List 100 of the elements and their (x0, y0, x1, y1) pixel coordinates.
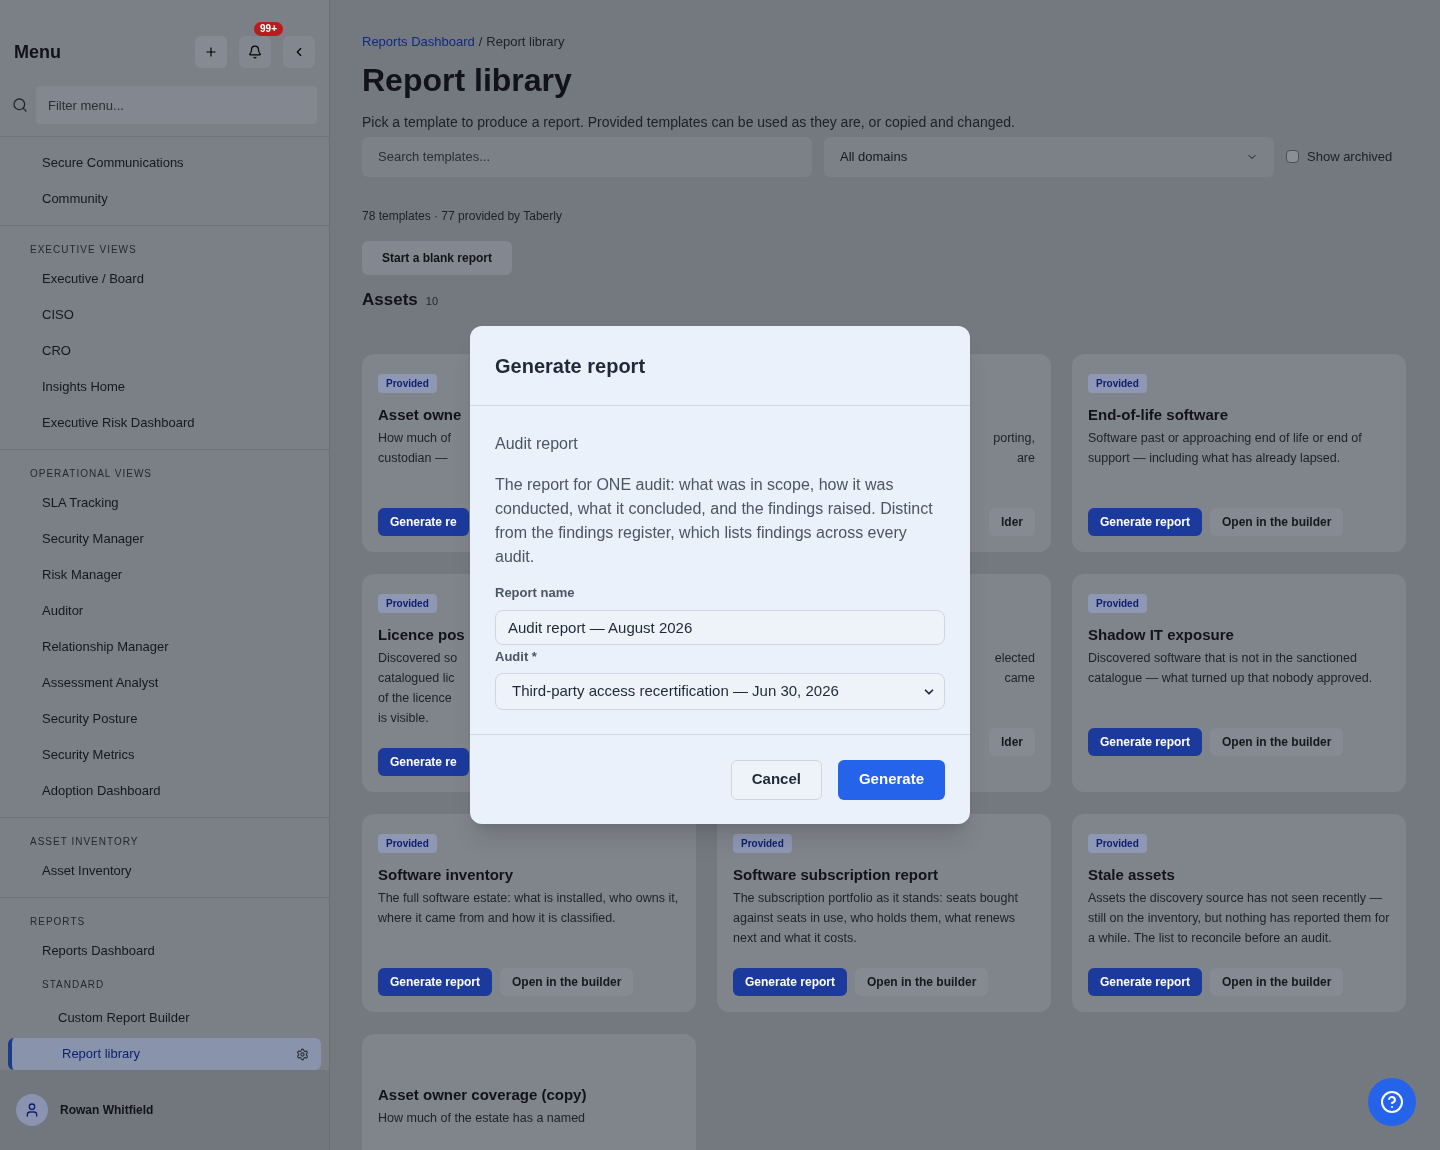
provided-badge: Provided (378, 594, 437, 613)
generate-report-button[interactable]: Generate report (733, 968, 848, 996)
search-field[interactable]: Search templates... (362, 136, 812, 177)
avatar-icon[interactable] (16, 1094, 48, 1126)
notifications-button[interactable] (239, 36, 271, 68)
provided-badge: Provided (1088, 594, 1147, 613)
card-description: The full software estate: what is installed, who owns it, where it came from and how it is classified. (378, 890, 680, 927)
card-title: Stale assets (1088, 865, 1175, 885)
provided-badge: Provided (1088, 374, 1147, 393)
card-description: catalogued lic (378, 670, 455, 687)
generate-button[interactable]: Generate (837, 759, 945, 800)
card-title: Licence pos (378, 625, 465, 645)
sidebar-item[interactable]: Security Manager (8, 523, 321, 555)
card-description: came (1004, 670, 1035, 687)
card-title: Shadow IT exposure (1088, 625, 1234, 645)
dialog-description: The report for ONE audit: what was in scope, how it was conducted, what it concluded, and the findings raised. Distinct from the findings register, which lists findings across every audit. (495, 475, 934, 567)
open-builder-button[interactable]: Open in the builder (1210, 968, 1344, 996)
audit-select[interactable]: Third-party access recertification — Jun 30, 2026 (495, 673, 945, 710)
card-description: custodian — (378, 450, 448, 467)
template-count: 78 templates · 77 provided by Taberly (362, 207, 563, 225)
sidebar-item[interactable]: Executive / Board (8, 263, 321, 295)
open-builder-button[interactable]: Open in the builder (1210, 728, 1344, 756)
open-builder-button[interactable]: Open in the builder (1210, 508, 1344, 536)
provided-badge: Provided (378, 834, 437, 853)
sidebar-item[interactable]: CISO (8, 299, 321, 331)
menu-title: Menu (14, 40, 61, 64)
section-heading: REPORTS (29, 915, 87, 929)
card-title: Asset owne (378, 405, 462, 425)
generate-report-button[interactable]: Generate report (1088, 508, 1203, 536)
sidebar-item[interactable]: Asset Inventory (8, 855, 321, 887)
generate-report-button[interactable]: Generate re (378, 748, 469, 776)
sidebar-item[interactable]: Relationship Manager (8, 631, 321, 663)
card-description: Assets the discovery source has not seen recently — still on the inventory, but nothing has reported them for a while. The list to reconcile before an audit. (1088, 890, 1390, 947)
sidebar-item[interactable]: Assessment Analyst (8, 667, 321, 699)
sidebar-item[interactable]: SLA Tracking (8, 487, 321, 519)
user-name: Rowan Whitfield (60, 1102, 154, 1119)
open-builder-button[interactable]: lder (989, 508, 1035, 536)
sidebar-item[interactable]: Insights Home (8, 371, 321, 403)
blank-report-button[interactable]: Start a blank report (362, 240, 513, 275)
breadcrumb-link[interactable]: Reports Dashboard (362, 32, 475, 52)
card-title: End-of-life software (1088, 405, 1228, 425)
page-title: Report library (362, 60, 573, 100)
sidebar-item[interactable]: Security Metrics (8, 739, 321, 771)
open-builder-button[interactable]: Open in the builder (855, 968, 989, 996)
help-icon (1380, 1090, 1404, 1114)
section-heading: EXECUTIVE VIEWS (29, 243, 138, 257)
help-button[interactable] (1368, 1078, 1416, 1126)
card-title: Software inventory (378, 865, 514, 885)
card-description: Discovered so (378, 650, 458, 667)
cancel-button[interactable]: Cancel (730, 759, 822, 800)
card-description: How much of the estate has a named (378, 1110, 586, 1127)
generate-report-button[interactable]: Generate report (1088, 728, 1203, 756)
sidebar-item[interactable]: Security Posture (8, 703, 321, 735)
filter-field[interactable]: Filter menu... (36, 86, 317, 124)
generate-report-button[interactable]: Generate re (378, 508, 469, 536)
provided-badge: Provided (1088, 834, 1147, 853)
section-heading: OPERATIONAL VIEWS (29, 467, 154, 481)
card-description: of the licence (378, 690, 452, 707)
sidebar-item[interactable]: Community (8, 183, 321, 215)
bell-icon (248, 45, 262, 59)
dialog-subtitle: Audit report (495, 434, 579, 454)
checkbox[interactable] (1286, 150, 1299, 163)
card-description: The subscription portfolio as it stands: seats bought against seats in use, who holds them, what renews next and what it costs. (733, 890, 1019, 947)
add-button[interactable] (195, 36, 227, 68)
sidebar-item[interactable]: CRO (8, 335, 321, 367)
domain-select[interactable]: All domains (824, 136, 1274, 177)
section-heading: ASSET INVENTORY (29, 835, 140, 849)
checkbox-label: Show archived (1307, 147, 1393, 166)
card-description: elected (994, 650, 1035, 667)
card-description: are (1016, 450, 1035, 467)
section-title: Assets (362, 288, 418, 311)
sidebar-item[interactable]: Adoption Dashboard (8, 775, 321, 807)
provided-badge: Provided (378, 374, 437, 393)
card-title: Asset owner coverage (copy) (378, 1085, 587, 1105)
sidebar-item[interactable]: Executive Risk Dashboard (8, 407, 321, 439)
report-name-field[interactable]: Audit report — August 2026 (495, 609, 945, 645)
open-builder-button[interactable]: lder (989, 728, 1035, 756)
sidebar-item[interactable]: Reports Dashboard (8, 935, 321, 967)
notification-badge: 99+ (254, 22, 283, 36)
generate-report-button[interactable]: Generate report (378, 968, 493, 996)
breadcrumb-separator: / (478, 33, 483, 51)
breadcrumb-current: Report library (486, 33, 565, 51)
section-count: 10 (425, 293, 438, 309)
sidebar-item[interactable]: Secure Communications (8, 147, 321, 179)
sidebar-item[interactable]: Auditor (8, 595, 321, 627)
generate-report-button[interactable]: Generate report (1088, 968, 1203, 996)
page-description: Pick a template to produce a report. Provided templates can be used as they are, or copied and changed. (362, 112, 1016, 132)
sidebar-item[interactable]: Risk Manager (8, 559, 321, 591)
field-label: Audit * (495, 647, 538, 666)
card-description: How much of (378, 430, 451, 447)
card-title: Software subscription report (733, 865, 939, 885)
sidebar-item[interactable]: Report library (8, 1038, 321, 1070)
search-icon (12, 97, 28, 113)
plus-icon (204, 45, 218, 59)
provided-badge: Provided (733, 834, 792, 853)
field-label: Report name (495, 584, 576, 602)
sidebar-item[interactable]: Custom Report Builder (8, 1002, 321, 1034)
open-builder-button[interactable]: Open in the builder (500, 968, 634, 996)
card-description: is visible. (378, 710, 429, 727)
gear-icon (296, 1047, 309, 1061)
